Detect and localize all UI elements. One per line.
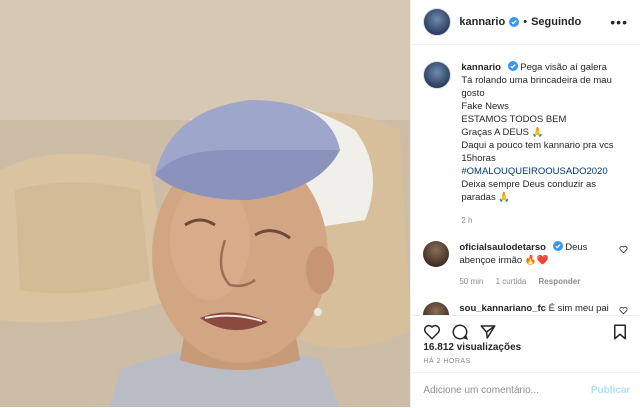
views-count[interactable]: 16.812 visualizações [423,342,521,353]
comment-item: sou_kannariano_fc É sim meu pai [411,288,640,315]
hashtag-link[interactable]: #OMALOUQUEIROOUSADO2020 [461,166,607,177]
comment-username[interactable]: oficialsaulodetarso [459,242,546,253]
comment-username[interactable]: sou_kannariano_fc [459,303,546,314]
caption-line: ESTAMOS TODOS BEM [461,114,567,125]
add-comment-bar: Adicione um comentário... Publicar [411,372,640,408]
separator-dot: • [523,16,528,28]
caption-time[interactable]: 2 h [461,214,628,227]
caption-line: Pega visão aí galera [520,62,607,73]
publish-button[interactable]: Publicar [591,385,630,396]
caption-username[interactable]: kannario [461,62,501,73]
avatar[interactable] [423,241,450,267]
caption-line: Fake News [461,101,509,112]
like-comment-heart-icon[interactable] [619,245,628,254]
caption-line: Tá rolando uma brincadeira de mau gosto [461,75,612,99]
posted-ago: HÁ 2 HORAS [423,358,471,365]
post-caption: kannario Pega visão aí galera Tá rolando… [411,45,640,227]
comment-text: oficialsaulodetarso Deus abençoe irmão 🔥… [459,241,617,288]
caption-text: kannario Pega visão aí galera Tá rolando… [461,61,628,227]
comments-list[interactable]: kannario Pega visão aí galera Tá rolando… [411,45,640,315]
caption-line: Daqui a pouco tem kannario pra vcs 15hor… [461,140,614,164]
verified-badge-icon [507,61,518,71]
video-frame-illustration [0,0,411,407]
comment-likes[interactable]: 1 curtida [496,277,527,286]
comment-body: É sim meu pai [548,303,609,314]
heart-icon[interactable] [423,323,441,341]
avatar[interactable] [423,61,452,89]
comment-time[interactable]: 50 min [459,277,483,286]
comment-text: sou_kannariano_fc É sim meu pai [459,302,617,315]
post-header: kannario • Seguindo ••• [411,0,640,45]
comment-input[interactable]: Adicione um comentário... [423,385,539,396]
avatar[interactable] [423,8,452,36]
bookmark-icon[interactable] [611,323,629,341]
instagram-post-modal: kannario • Seguindo ••• kannario Pega vi… [0,0,640,407]
comment-meta: 50 min 1 curtida Responder [459,275,617,288]
caption-line: Graças A DEUS 🙏 [461,127,544,138]
comment-icon[interactable] [451,323,469,341]
post-side-panel: kannario • Seguindo ••• kannario Pega vi… [410,0,640,407]
reply-button[interactable]: Responder [539,277,581,286]
caption-line: Deixa sempre Deus conduzir as paradas 🙏 [461,179,597,203]
comment-item: oficialsaulodetarso Deus abençoe irmão 🔥… [411,227,640,288]
more-options-icon[interactable]: ••• [610,14,628,30]
verified-badge-icon [552,241,563,251]
share-icon[interactable] [479,323,497,341]
follow-status-button[interactable]: Seguindo [531,16,581,28]
avatar[interactable] [423,302,450,315]
like-comment-heart-icon[interactable] [619,306,628,315]
header-username[interactable]: kannario [459,16,505,28]
verified-badge-icon [509,17,520,27]
post-video[interactable] [0,0,411,407]
